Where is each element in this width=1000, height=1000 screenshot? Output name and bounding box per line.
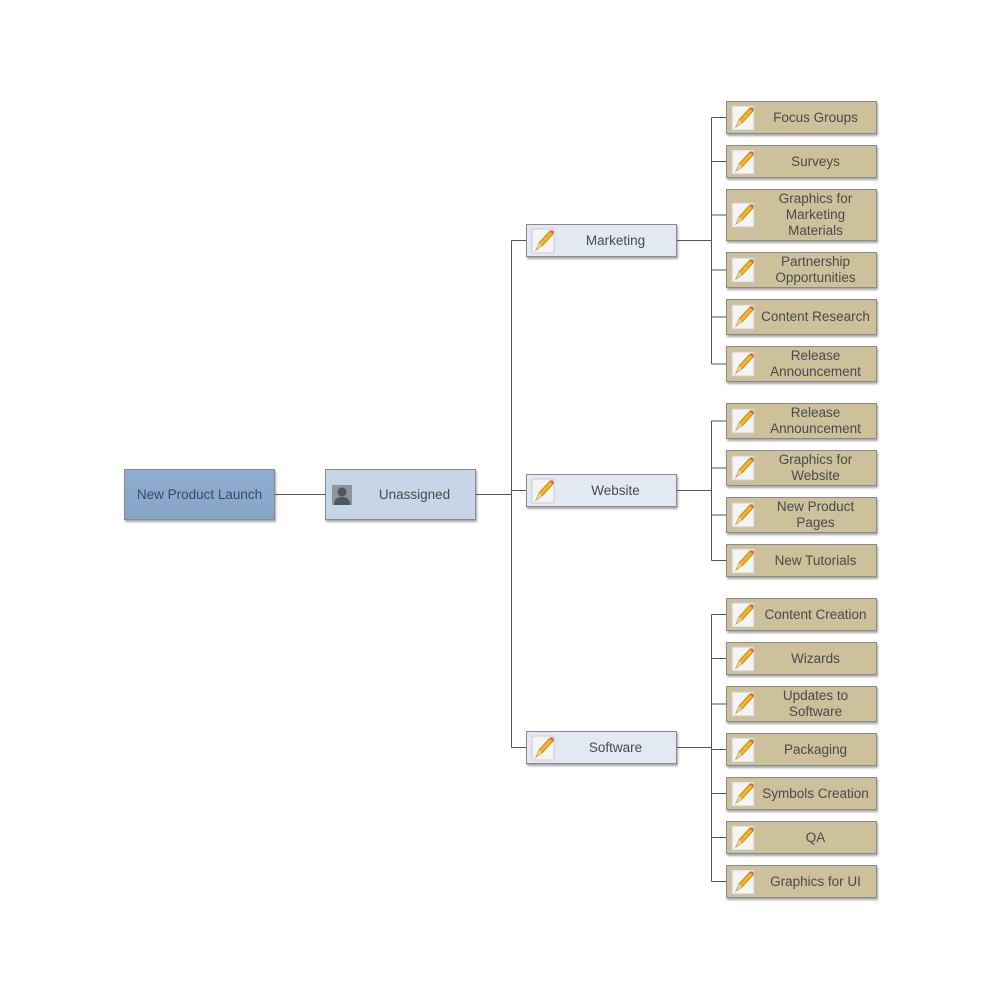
task-node[interactable]: Updates to Software xyxy=(726,686,877,722)
task-node[interactable]: Focus Groups xyxy=(726,101,877,134)
root-label: New Product Launch xyxy=(136,486,263,502)
pencil-icon xyxy=(531,228,555,253)
task-label: Wizards xyxy=(791,650,840,666)
task-node[interactable]: Content Research xyxy=(726,299,877,335)
pencil-icon xyxy=(731,149,755,174)
pencil-icon xyxy=(731,781,755,806)
task-node[interactable]: Content Creation xyxy=(726,598,877,631)
task-node[interactable]: QA xyxy=(726,821,877,854)
task-label: Content Research xyxy=(761,309,870,324)
pencil-icon xyxy=(531,478,555,503)
task-node[interactable]: New Tutorials xyxy=(726,544,877,577)
pencil-icon xyxy=(731,351,755,377)
task-node[interactable]: Graphics for Marketing Materials xyxy=(726,189,877,241)
pencil-icon xyxy=(731,257,755,283)
task-label: QA xyxy=(805,829,826,845)
task-label: Graphics for UI xyxy=(770,873,861,889)
task-node[interactable]: Partnership Opportunities xyxy=(726,252,877,288)
task-node[interactable]: Release Announcement xyxy=(726,403,877,439)
assignee-label: Unassigned xyxy=(378,486,451,502)
task-label: Focus Groups xyxy=(773,109,858,125)
task-label: Release Announcement xyxy=(770,405,861,436)
task-label: New Product Pages xyxy=(776,499,855,530)
pencil-icon xyxy=(731,502,755,528)
pencil-icon xyxy=(731,737,755,762)
task-node[interactable]: Graphics for Website xyxy=(726,450,877,486)
task-node[interactable]: Graphics for UI xyxy=(726,865,877,898)
pencil-icon xyxy=(731,869,755,894)
branch-label: Marketing xyxy=(585,232,646,248)
task-label: Surveys xyxy=(791,153,840,169)
task-node[interactable]: Symbols Creation xyxy=(726,777,877,810)
pencil-icon xyxy=(531,735,555,760)
task-label: Content Creation xyxy=(764,606,867,622)
pencil-icon xyxy=(731,408,755,434)
pencil-icon xyxy=(731,455,755,481)
pencil-icon xyxy=(731,202,755,228)
branch-label: Software xyxy=(588,739,643,755)
assignee-node[interactable]: Unassigned xyxy=(325,469,476,520)
pencil-icon xyxy=(731,691,755,717)
task-label: Updates to Software xyxy=(782,688,849,719)
task-node[interactable]: New Product Pages xyxy=(726,497,877,533)
task-label: Graphics for Marketing Materials xyxy=(778,191,853,238)
pencil-icon xyxy=(731,548,755,573)
pencil-icon xyxy=(731,105,755,130)
task-node[interactable]: Surveys xyxy=(726,145,877,178)
task-label: Symbols Creation xyxy=(762,785,869,801)
task-label: Graphics for Website xyxy=(778,452,853,483)
task-node[interactable]: Packaging xyxy=(726,733,877,766)
task-label: Partnership Opportunities xyxy=(775,254,856,285)
branch-website[interactable]: Website xyxy=(526,474,677,507)
branch-software[interactable]: Software xyxy=(526,731,677,764)
pencil-icon xyxy=(731,304,755,330)
pencil-icon xyxy=(731,602,755,627)
task-node[interactable]: Wizards xyxy=(726,642,877,675)
task-label: Release Announcement xyxy=(770,348,861,379)
task-label: New Tutorials xyxy=(774,552,857,568)
pencil-icon xyxy=(731,825,755,850)
task-node[interactable]: Release Announcement xyxy=(726,346,877,382)
task-label: Packaging xyxy=(783,741,848,757)
pencil-icon xyxy=(731,646,755,671)
branch-marketing[interactable]: Marketing xyxy=(526,224,677,257)
person-icon xyxy=(332,484,352,505)
branch-label: Website xyxy=(591,482,640,498)
root-node[interactable]: New Product Launch xyxy=(124,469,275,520)
